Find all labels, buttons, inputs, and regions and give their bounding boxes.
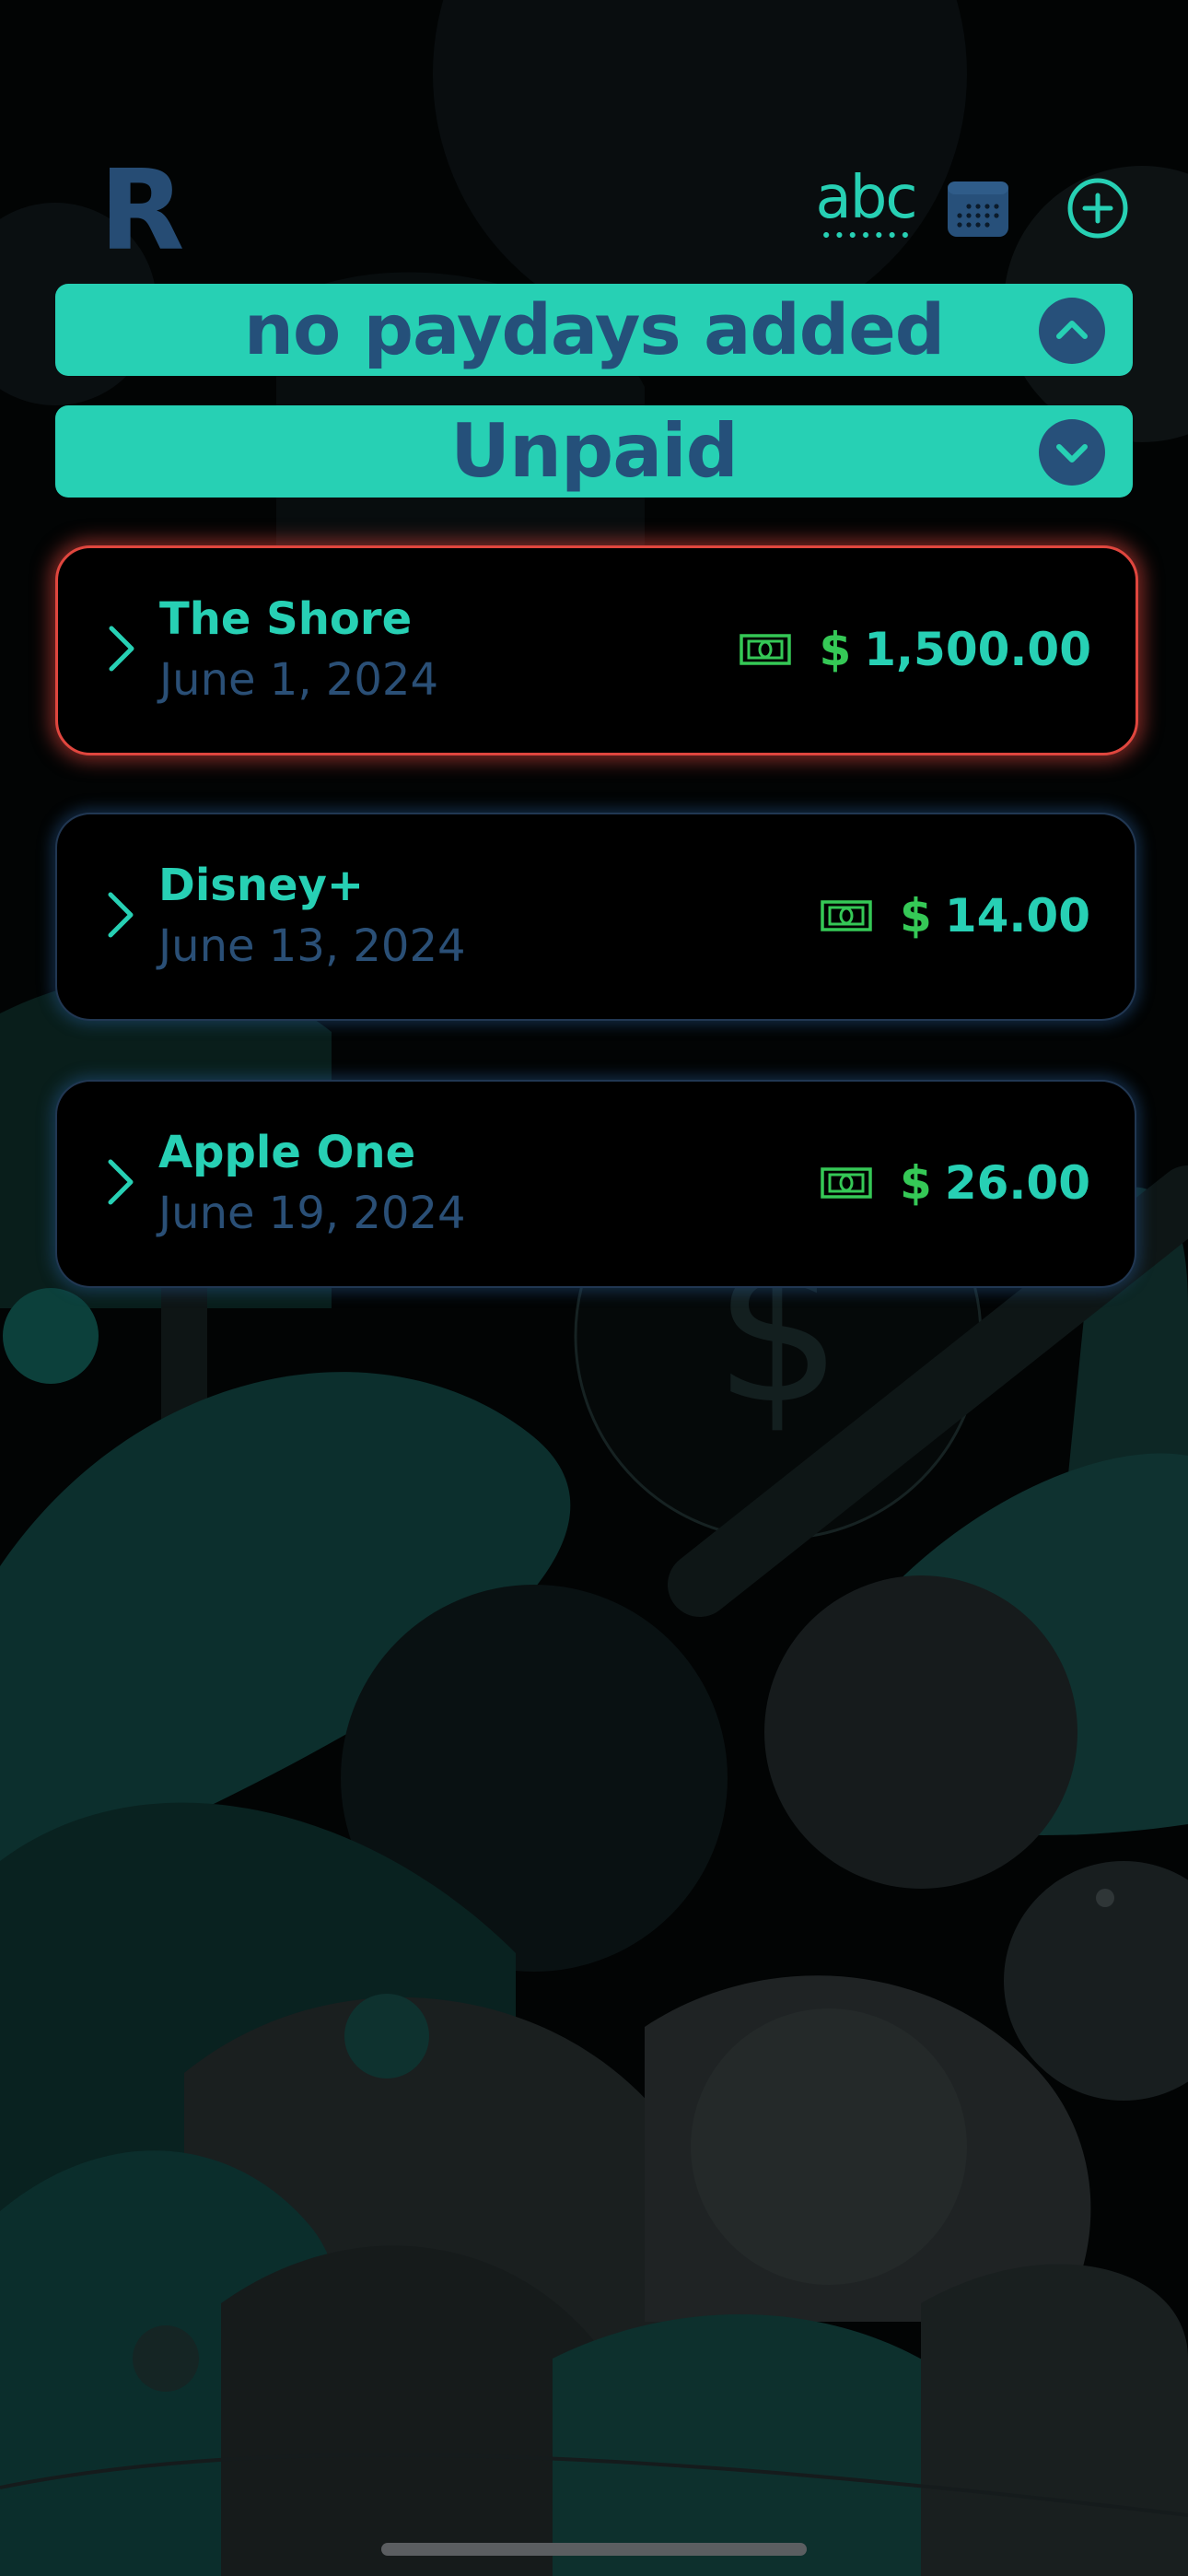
bill-due-date: June 19, 2024 [158, 1188, 466, 1239]
app-logo: R [99, 147, 185, 275]
bill-name: Disney+ [158, 860, 365, 911]
bill-amount-group: $1,500.00 [740, 622, 1091, 677]
home-indicator[interactable] [381, 2543, 807, 2556]
bill-amount-group: $26.00 [821, 1155, 1090, 1211]
bill-name: Apple One [158, 1127, 416, 1178]
filter-expand-button[interactable] [1039, 419, 1105, 486]
add-bill-button[interactable] [1066, 177, 1129, 240]
bill-amount: $26.00 [900, 1155, 1090, 1211]
bill-amount: $14.00 [900, 888, 1090, 943]
paydays-banner[interactable]: no paydays added [55, 284, 1133, 376]
currency-symbol: $ [900, 1156, 932, 1210]
bill-amount-group: $14.00 [821, 888, 1090, 943]
chevron-right-icon [109, 626, 134, 672]
filter-banner[interactable]: Unpaid [55, 405, 1133, 498]
sort-alphabetical-label: abc [815, 164, 917, 232]
bill-card[interactable]: Disney+ June 13, 2024 $14.00 [55, 813, 1136, 1021]
dotted-underline-icon [820, 232, 912, 238]
bill-due-date: June 13, 2024 [158, 920, 466, 972]
calendar-icon [948, 181, 1008, 237]
bill-amount: $1,500.00 [819, 622, 1091, 677]
bill-name: The Shore [159, 593, 413, 645]
sort-alphabetical-button[interactable]: abc [794, 166, 938, 249]
cash-icon [740, 634, 792, 665]
bill-amount-value: 26.00 [944, 1156, 1090, 1210]
cash-icon [821, 900, 872, 931]
bill-due-date: June 1, 2024 [159, 654, 438, 706]
paydays-banner-label: no paydays added [243, 288, 945, 370]
chevron-down-icon [1056, 444, 1088, 463]
plus-circle-icon [1067, 178, 1128, 239]
bill-amount-value: 14.00 [944, 889, 1090, 943]
bill-amount-value: 1,500.00 [864, 623, 1091, 676]
chevron-right-icon [108, 1159, 134, 1205]
currency-symbol: $ [900, 889, 932, 943]
bill-card[interactable]: Apple One June 19, 2024 $26.00 [55, 1080, 1136, 1288]
chevron-up-icon [1056, 321, 1088, 339]
paydays-collapse-button[interactable] [1039, 298, 1105, 364]
chevron-right-icon [108, 892, 134, 938]
calendar-button[interactable] [947, 181, 1009, 238]
bill-card[interactable]: The Shore June 1, 2024 $1,500.00 [55, 545, 1138, 755]
currency-symbol: $ [819, 623, 852, 676]
filter-banner-label: Unpaid [450, 408, 739, 494]
cash-icon [821, 1167, 872, 1199]
